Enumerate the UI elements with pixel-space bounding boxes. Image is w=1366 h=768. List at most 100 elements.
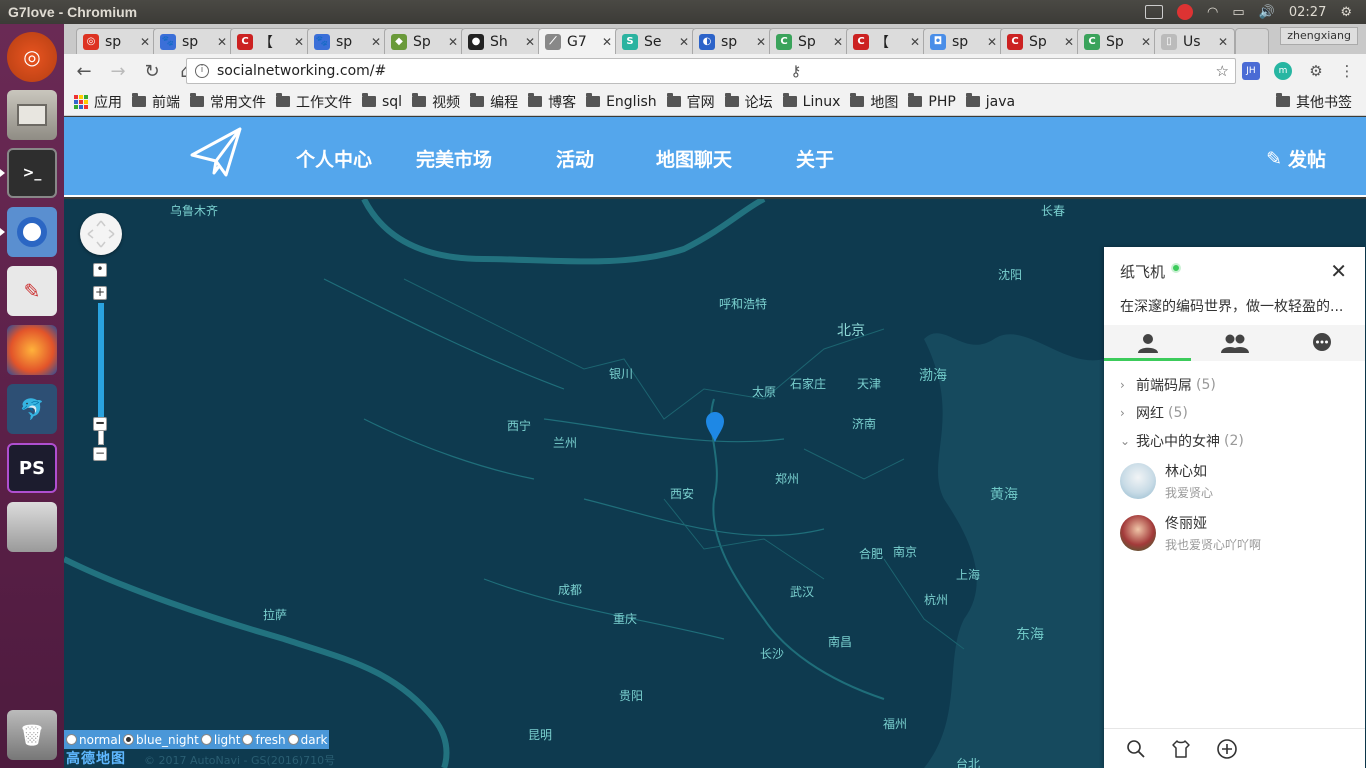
tab-close-icon[interactable]: ✕ [294, 35, 304, 49]
friend-item[interactable]: 林心如 我爱贤心 [1104, 455, 1365, 507]
tab-close-icon[interactable]: ✕ [525, 35, 535, 49]
files-icon[interactable] [7, 90, 57, 140]
location-marker-icon[interactable] [705, 411, 725, 443]
bookmark-folder[interactable]: 视频 [412, 92, 460, 112]
map-pan-control[interactable] [80, 213, 122, 255]
tab-close-icon[interactable]: ✕ [1141, 35, 1151, 49]
radio-button[interactable] [242, 734, 254, 745]
browser-tab[interactable]: ⟋ G7 ✕ [538, 28, 619, 54]
battery-icon[interactable]: ▭ [1232, 5, 1244, 20]
phpstorm-icon[interactable]: PS [7, 443, 57, 493]
wifi-icon[interactable]: ◠ [1207, 5, 1218, 20]
tab-close-icon[interactable]: ✕ [679, 35, 689, 49]
tab-close-icon[interactable]: ✕ [756, 35, 766, 49]
new-tab-button[interactable] [1235, 28, 1269, 54]
bookmark-star-icon[interactable]: ☆ [1216, 62, 1229, 80]
nav-market[interactable]: 完美市场 [416, 145, 492, 172]
text-editor-icon[interactable]: ✎ [7, 266, 57, 316]
skin-shirt-icon[interactable] [1171, 739, 1216, 759]
browser-tab[interactable]: ▯ Us ✕ [1154, 28, 1235, 54]
browser-tab[interactable]: S Se ✕ [615, 28, 696, 54]
friend-item[interactable]: 佟丽娅 我也爱贤心吖吖啊 [1104, 507, 1365, 559]
back-icon[interactable]: ← [70, 61, 98, 82]
nav-about[interactable]: 关于 [796, 145, 834, 172]
browser-tab[interactable]: ● Sh ✕ [461, 28, 542, 54]
browser-tab[interactable]: C Sp ✕ [1077, 28, 1158, 54]
volume-icon[interactable]: 🔊 [1259, 5, 1275, 20]
bookmark-folder[interactable]: 前端 [132, 92, 180, 112]
bookmark-folder[interactable]: Linux [782, 93, 840, 110]
ubuntu-dash-icon[interactable]: ◎ [7, 32, 57, 82]
tab-close-icon[interactable]: ✕ [140, 35, 150, 49]
close-icon[interactable]: ✕ [1330, 259, 1347, 283]
chat-user-signature[interactable]: 在深邃的编码世界，做一枚轻盈的... [1120, 296, 1349, 316]
tab-close-icon[interactable]: ✕ [1064, 35, 1074, 49]
paper-plane-logo-icon[interactable] [190, 127, 242, 179]
nav-profile-center[interactable]: 个人中心 [296, 145, 372, 172]
radio-button[interactable] [66, 734, 77, 745]
zoom-reset-button[interactable]: • [93, 263, 107, 277]
nav-activities[interactable]: 活动 [556, 145, 594, 172]
map-style-option[interactable]: light [200, 733, 240, 747]
browser-tab[interactable]: C Sp ✕ [1000, 28, 1081, 54]
browser-tab[interactable]: ◘ sp ✕ [923, 28, 1004, 54]
tab-messages[interactable] [1278, 325, 1365, 361]
other-bookmarks[interactable]: 其他书签 [1276, 92, 1352, 112]
friend-group[interactable]: › 前端码屌 (5) [1104, 371, 1365, 399]
profile-user-chip[interactable]: zhengxiang [1280, 27, 1358, 45]
address-bar[interactable]: i socialnetworking.com/# ⚷ ☆ [186, 58, 1236, 84]
tab-close-icon[interactable]: ✕ [448, 35, 458, 49]
bookmark-folder[interactable]: 论坛 [724, 92, 773, 112]
zoom-handle[interactable]: ━ [93, 417, 107, 431]
terminal-icon[interactable]: >_ [7, 148, 57, 198]
trash-icon[interactable]: 🗑 [7, 710, 57, 760]
tab-close-icon[interactable]: ✕ [371, 35, 381, 49]
post-button[interactable]: ✎ 发帖 [1266, 145, 1326, 172]
tab-close-icon[interactable]: ✕ [602, 35, 612, 49]
add-icon[interactable] [1216, 738, 1261, 760]
bookmark-folder[interactable]: 工作文件 [276, 92, 352, 112]
search-icon[interactable] [1126, 739, 1171, 759]
tab-close-icon[interactable]: ✕ [1218, 35, 1228, 49]
tab-close-icon[interactable]: ✕ [833, 35, 843, 49]
radio-button[interactable] [287, 734, 299, 745]
record-icon[interactable] [1177, 4, 1194, 20]
clock[interactable]: 02:27 [1289, 5, 1326, 20]
bookmark-folder[interactable]: 编程 [470, 92, 518, 112]
bookmark-folder[interactable]: 常用文件 [190, 92, 266, 112]
chromium-icon[interactable] [7, 207, 57, 257]
bookmark-folder[interactable]: sql [362, 93, 402, 110]
extension-gear-icon[interactable]: ⚙ [1307, 62, 1325, 80]
browser-tab[interactable]: C 【 ✕ [846, 28, 927, 54]
map-style-option[interactable]: normal [66, 733, 121, 747]
tab-close-icon[interactable]: ✕ [217, 35, 227, 49]
browser-tab[interactable]: 🐾 sp ✕ [153, 28, 234, 54]
bookmark-folder[interactable]: 博客 [528, 92, 576, 112]
key-icon[interactable]: ⚷ [790, 62, 801, 80]
url-text[interactable]: socialnetworking.com/# [217, 63, 386, 79]
mysql-workbench-icon[interactable]: 🐬 [7, 384, 57, 434]
drive-icon[interactable] [7, 502, 57, 552]
map-style-option[interactable]: blue_night [123, 733, 199, 747]
settings-gear-icon[interactable]: ⚙ [1340, 5, 1352, 20]
bookmark-folder[interactable]: 地图 [850, 92, 898, 112]
map-style-option[interactable]: dark [287, 733, 327, 747]
browser-tab[interactable]: ◆ Sp ✕ [384, 28, 465, 54]
nav-map-chat[interactable]: 地图聊天 [656, 145, 732, 172]
menu-icon[interactable]: ⋮ [1338, 62, 1356, 80]
bookmark-folder[interactable]: 官网 [666, 92, 715, 112]
avatar[interactable] [1120, 515, 1156, 551]
radio-button[interactable] [200, 734, 212, 745]
tab-close-icon[interactable]: ✕ [987, 35, 997, 49]
zoom-out-button[interactable]: − [93, 447, 107, 461]
bookmark-folder[interactable]: java [965, 93, 1015, 110]
bookmark-folder[interactable]: English [586, 93, 657, 110]
m-extension-icon[interactable]: m [1274, 62, 1292, 80]
tab-close-icon[interactable]: ✕ [910, 35, 920, 49]
radio-button[interactable] [123, 734, 135, 745]
browser-tab[interactable]: C 【 ✕ [230, 28, 311, 54]
bookmark-apps[interactable]: 应用 [74, 92, 122, 112]
browser-tab[interactable]: ◎ sp ✕ [76, 28, 157, 54]
map-style-option[interactable]: fresh [242, 733, 286, 747]
keyboard-icon[interactable] [1145, 5, 1164, 19]
